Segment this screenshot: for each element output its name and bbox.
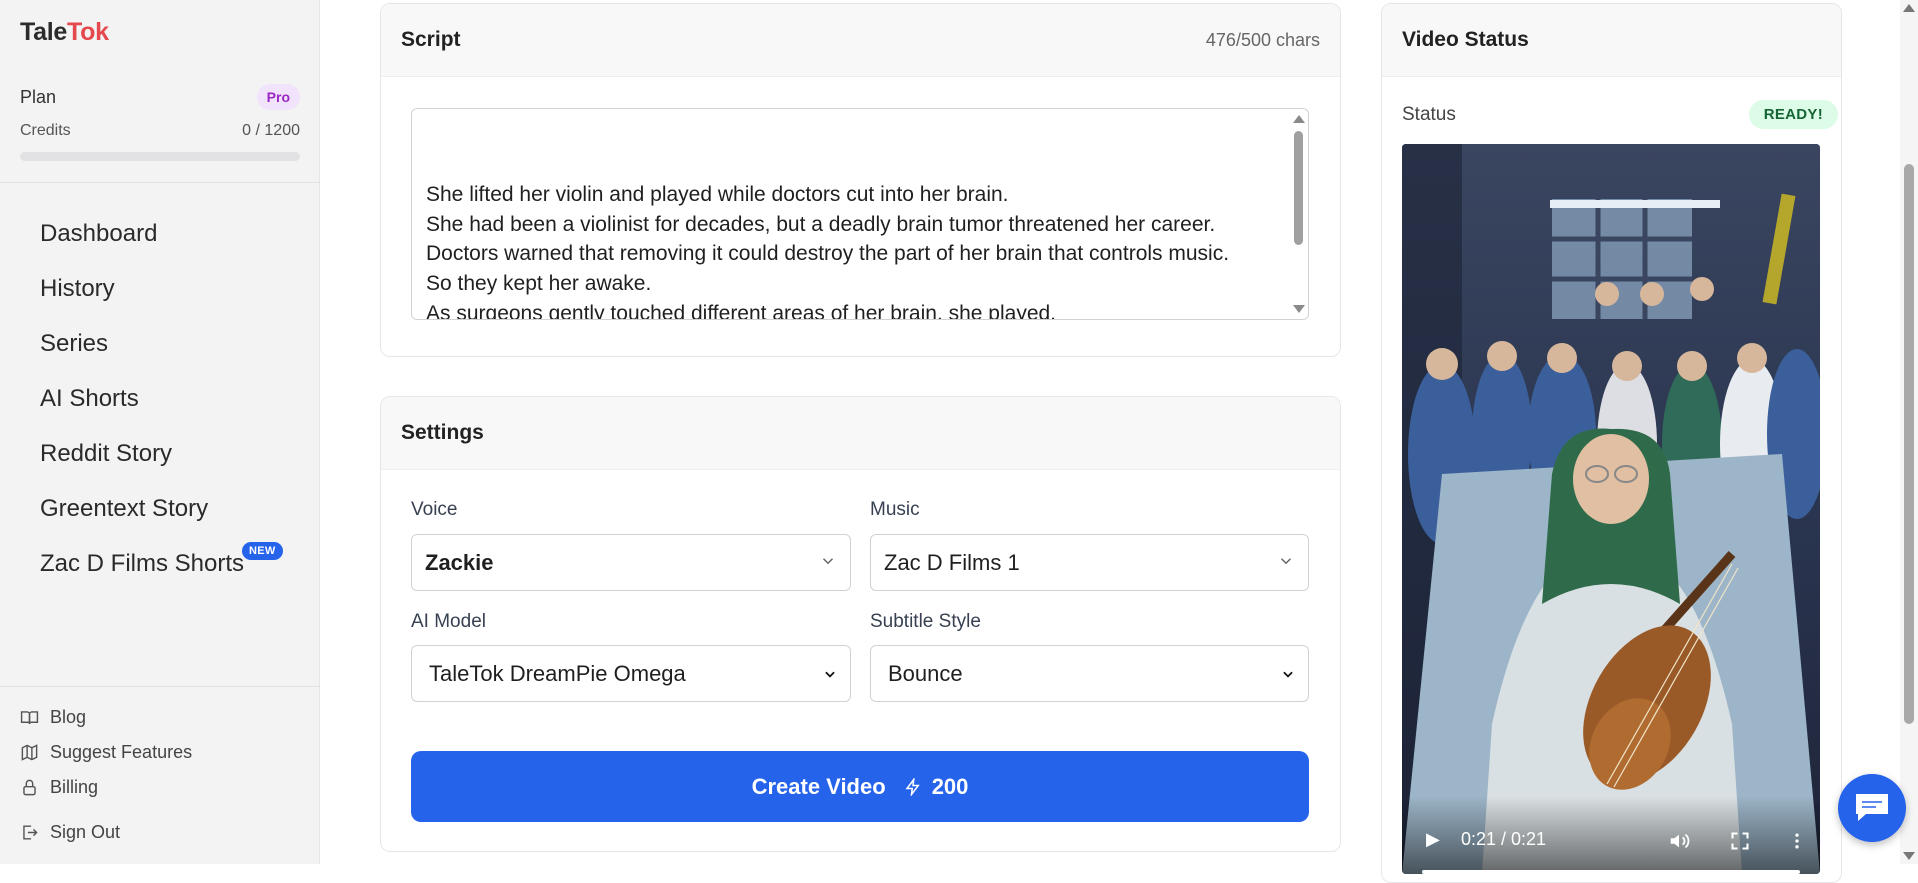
video-progress-bar[interactable] <box>1422 870 1800 874</box>
nav-item-label: Greentext Story <box>40 494 209 522</box>
suggest-features-label: Suggest Features <box>50 742 193 762</box>
nav-item-dashboard[interactable]: Dashboard <box>40 206 285 261</box>
nav-item-zac-d-films-shorts[interactable]: Zac D Films Shorts NEW <box>40 536 285 591</box>
video-player[interactable]: ▶ 0:21 / 0:21 <box>1402 144 1820 874</box>
settings-card: Settings Voice Zackie Music Zac D Films … <box>380 396 1341 852</box>
music-select[interactable]: Zac D Films 1 <box>870 534 1309 591</box>
nav-item-label: History <box>40 274 115 302</box>
ai-model-label: AI Model <box>411 611 486 632</box>
script-text: She lifted her violin and played while d… <box>426 183 1230 320</box>
plan-label: Plan <box>20 86 57 107</box>
nav-item-label: Reddit Story <box>40 439 173 467</box>
voice-value: Zackie <box>425 549 494 575</box>
fullscreen-icon[interactable] <box>1730 831 1750 851</box>
sign-out-link[interactable]: Sign Out <box>20 815 120 850</box>
plan-row: Plan Pro <box>20 84 300 110</box>
map-icon <box>21 744 38 761</box>
video-thumbnail <box>1402 144 1820 874</box>
sidebar-divider <box>0 182 320 183</box>
blog-label: Blog <box>50 707 87 727</box>
video-status-card: Video Status Status READY! ▶ 0:21 / 0:21 <box>1381 3 1842 883</box>
settings-title: Settings <box>401 421 484 444</box>
voice-select[interactable]: Zackie <box>411 534 851 591</box>
chevron-down-icon <box>1277 550 1295 576</box>
sidebar-footer: Blog Suggest Features Billing <box>20 700 192 805</box>
billing-link[interactable]: Billing <box>20 770 192 805</box>
subtitle-style-label: Subtitle Style <box>870 611 981 632</box>
scroll-up-arrow-icon[interactable] <box>1293 115 1305 123</box>
blog-link[interactable]: Blog <box>20 700 192 735</box>
logo-text-tale: Tale <box>20 18 67 46</box>
sign-out-label: Sign Out <box>50 822 121 842</box>
subtitle-style-select[interactable]: Bounce <box>870 645 1309 702</box>
credits-value: 0 / 1200 <box>242 122 300 139</box>
chat-support-button[interactable] <box>1838 774 1906 842</box>
main-nav: Dashboard History Series AI Shorts Reddi… <box>40 206 285 591</box>
chevron-down-icon <box>823 661 837 687</box>
nav-item-history[interactable]: History <box>40 261 285 316</box>
create-video-cost: 200 <box>931 773 969 799</box>
nav-item-series[interactable]: Series <box>40 316 285 371</box>
billing-label: Billing <box>50 777 99 797</box>
sidebar: TaleTok Plan Pro Credits 0 / 1200 Dashbo… <box>0 0 320 864</box>
script-card-header: Script 476/500 chars <box>381 4 1340 77</box>
sidebar-footer-signout: Sign Out <box>20 815 120 850</box>
char-counter: 476/500 chars <box>1205 29 1320 50</box>
lightning-icon <box>905 777 920 796</box>
textarea-scrollbar[interactable] <box>1290 111 1306 317</box>
sidebar-divider <box>0 686 320 687</box>
new-badge: NEW <box>242 541 283 560</box>
more-options-icon[interactable] <box>1787 830 1807 852</box>
scroll-down-arrow-icon[interactable] <box>1293 305 1305 313</box>
credits-label: Credits <box>20 122 71 139</box>
page-scroll-thumb[interactable] <box>1904 164 1914 724</box>
nav-item-ai-shorts[interactable]: AI Shorts <box>40 371 285 426</box>
ai-model-value: TaleTok DreamPie Omega <box>429 660 686 686</box>
play-icon[interactable]: ▶ <box>1426 829 1440 850</box>
app-logo[interactable]: TaleTok <box>20 18 109 47</box>
page-scrollbar[interactable] <box>1900 0 1918 864</box>
lock-icon <box>23 779 36 796</box>
create-video-button[interactable]: Create Video 200 <box>411 751 1309 822</box>
chat-bubble-icon <box>1856 794 1888 821</box>
script-textarea[interactable]: She lifted her violin and played while d… <box>411 108 1309 320</box>
settings-card-header: Settings <box>381 397 1340 470</box>
logo-text-tok: Tok <box>66 18 109 46</box>
video-time: 0:21 / 0:21 <box>1461 829 1547 849</box>
suggest-features-link[interactable]: Suggest Features <box>20 735 192 770</box>
credits-row: Credits 0 / 1200 <box>20 122 300 140</box>
script-title: Script <box>401 28 461 51</box>
music-value: Zac D Films 1 <box>884 549 1020 575</box>
book-open-icon <box>20 711 39 724</box>
nav-item-reddit-story[interactable]: Reddit Story <box>40 426 285 481</box>
music-label: Music <box>870 499 920 520</box>
nav-item-greentext-story[interactable]: Greentext Story <box>40 481 285 536</box>
status-label: Status <box>1402 103 1456 125</box>
video-status-title: Video Status <box>1402 28 1529 51</box>
sign-out-icon <box>23 825 38 840</box>
voice-label: Voice <box>411 499 458 520</box>
nav-item-label: AI Shorts <box>40 384 139 412</box>
create-video-label: Create Video <box>751 773 886 799</box>
chevron-down-icon <box>819 550 837 576</box>
video-status-header: Video Status <box>1382 4 1841 77</box>
nav-item-label: Series <box>40 329 109 357</box>
subtitle-style-value: Bounce <box>888 660 963 686</box>
volume-icon[interactable] <box>1668 830 1690 852</box>
page-scroll-up-icon[interactable] <box>1903 4 1915 12</box>
chevron-down-icon <box>1281 661 1295 687</box>
ai-model-select[interactable]: TaleTok DreamPie Omega <box>411 645 851 702</box>
plan-tier-badge: Pro <box>256 84 300 110</box>
status-badge: READY! <box>1748 100 1838 129</box>
script-card: Script 476/500 chars She lifted her viol… <box>380 3 1341 357</box>
page-scroll-down-icon[interactable] <box>1903 852 1915 860</box>
nav-item-label: Zac D Films Shorts <box>40 549 245 577</box>
nav-item-label: Dashboard <box>40 219 158 247</box>
status-row: Status READY! <box>1402 100 1838 129</box>
scroll-thumb[interactable] <box>1294 131 1303 245</box>
credits-progress-bar <box>20 152 300 161</box>
